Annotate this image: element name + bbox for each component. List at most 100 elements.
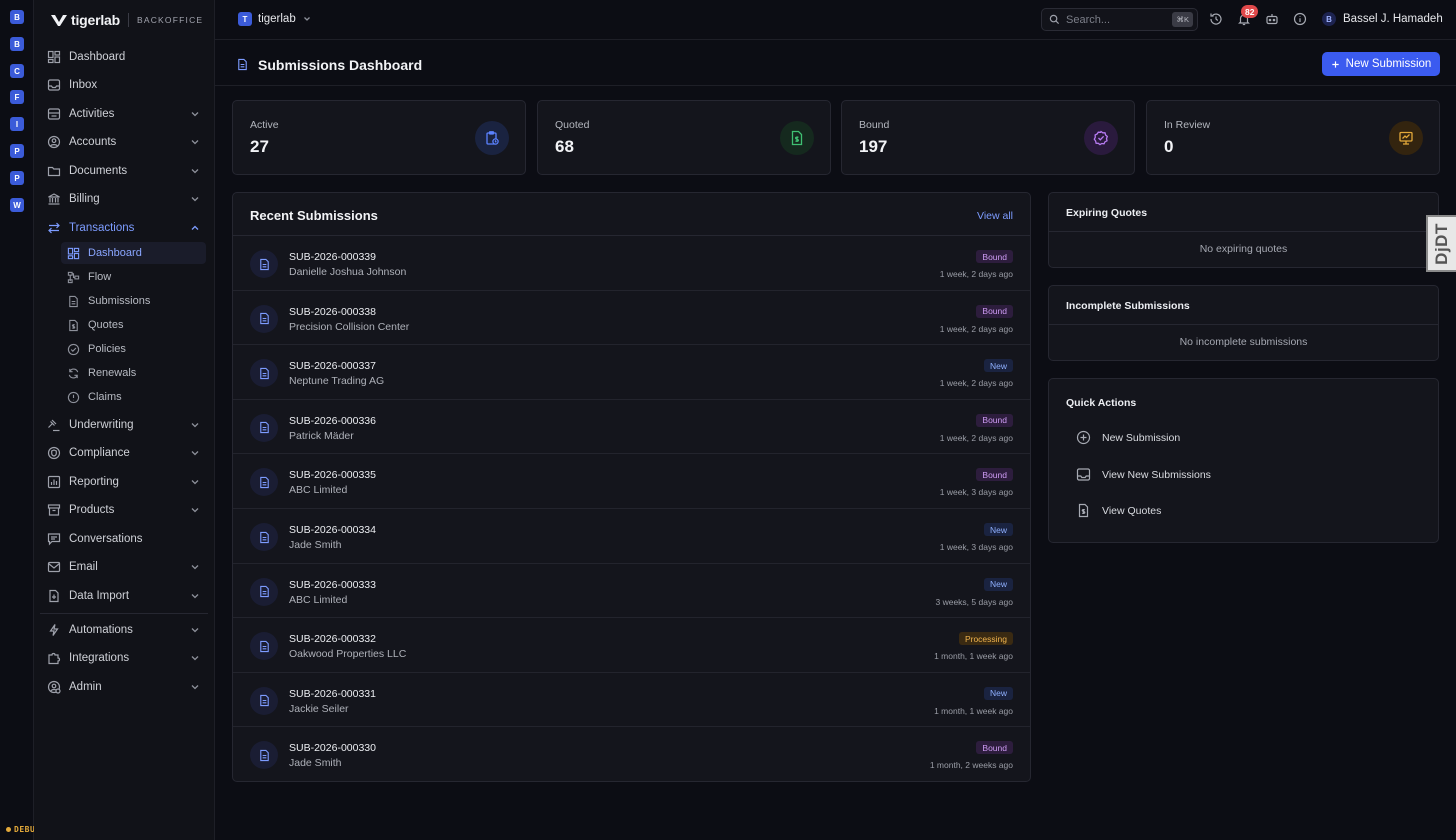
search-box[interactable]: ⌘K bbox=[1041, 8, 1198, 31]
org-switch-6[interactable]: P bbox=[10, 171, 24, 185]
status-badge: Processing bbox=[958, 632, 1013, 646]
submission-id: SUB-2026-000337 bbox=[289, 360, 376, 373]
sidebar-item-automations[interactable]: Automations bbox=[40, 617, 208, 643]
document-icon bbox=[259, 640, 269, 652]
submission-account: ABC Limited bbox=[289, 484, 348, 497]
refresh-icon bbox=[68, 368, 79, 378]
submission-row[interactable]: SUB-2026-000336 Patrick Mäder Bound 1 we… bbox=[233, 400, 1030, 455]
stat-card-quoted[interactable]: Quoted 68 bbox=[537, 100, 831, 175]
sidebar-item-documents[interactable]: Documents bbox=[40, 158, 208, 184]
subnav-item-label: Flow bbox=[88, 271, 112, 283]
sidebar-item-activities[interactable]: Activities bbox=[40, 101, 208, 127]
org-switch-0[interactable]: B bbox=[10, 10, 24, 24]
brand-divider bbox=[127, 13, 129, 27]
top-bar: T tigerlab ⌘K 82 B Bassel J. Hamadeh bbox=[215, 0, 1456, 40]
submission-time: 1 week, 3 days ago bbox=[939, 542, 1013, 552]
sidebar-item-compliance[interactable]: Compliance bbox=[40, 440, 208, 466]
chevron-down-icon bbox=[191, 565, 199, 570]
submission-row[interactable]: SUB-2026-000334 Jade Smith New 1 week, 3… bbox=[233, 509, 1030, 564]
status-badge: Bound bbox=[976, 413, 1013, 427]
sidebar-item-conversations[interactable]: Conversations bbox=[40, 526, 208, 552]
robot-icon[interactable] bbox=[1265, 12, 1279, 26]
sidebar-item-label: Transactions bbox=[69, 222, 135, 234]
submission-account: Patrick Mäder bbox=[289, 429, 354, 442]
sidebar-item-billing[interactable]: Billing bbox=[40, 186, 208, 212]
submission-row[interactable]: SUB-2026-000338 Precision Collision Cent… bbox=[233, 291, 1030, 346]
chevron-down-icon bbox=[191, 451, 199, 456]
org-switch-3[interactable]: F bbox=[10, 90, 24, 104]
quick-action-view-new-submissions[interactable]: View New Submissions bbox=[1076, 467, 1211, 482]
stat-card-in-review[interactable]: In Review 0 bbox=[1146, 100, 1440, 175]
debug-toolbar-handle[interactable]: DjDT bbox=[1426, 215, 1456, 272]
submission-account: Precision Collision Center bbox=[289, 320, 410, 333]
history-icon[interactable] bbox=[1209, 12, 1223, 26]
subnav-item-policies[interactable]: Policies bbox=[61, 338, 206, 360]
chevron-down-icon bbox=[303, 17, 310, 21]
submission-row[interactable]: SUB-2026-000333 ABC Limited New 3 weeks,… bbox=[233, 564, 1030, 619]
submission-row[interactable]: SUB-2026-000332 Oakwood Properties LLC P… bbox=[233, 618, 1030, 673]
sidebar-item-label: Accounts bbox=[69, 136, 117, 148]
sidebar-item-email[interactable]: Email bbox=[40, 554, 208, 580]
user-menu[interactable]: B Bassel J. Hamadeh bbox=[1322, 12, 1443, 26]
subnav-item-claims[interactable]: Claims bbox=[61, 386, 206, 408]
document-icon bbox=[259, 312, 269, 325]
brand[interactable]: tigerlab BACKOFFICE bbox=[50, 9, 203, 31]
submission-id: SUB-2026-000339 bbox=[289, 251, 376, 263]
sidebar-item-admin[interactable]: Admin bbox=[40, 674, 208, 700]
sidebar-item-reporting[interactable]: Reporting bbox=[40, 469, 208, 495]
brand-name: tigerlab bbox=[71, 12, 120, 28]
page-header: Submissions Dashboard New Submission bbox=[215, 40, 1456, 86]
sidebar-item-underwriting[interactable]: Underwriting bbox=[40, 412, 208, 438]
info-icon[interactable] bbox=[1293, 12, 1307, 26]
submission-row[interactable]: SUB-2026-000339 Danielle Joshua Johnson … bbox=[233, 236, 1030, 291]
incomplete-submissions-panel: Incomplete Submissions No incomplete sub… bbox=[1048, 285, 1439, 361]
subnav-item-quotes[interactable]: Quotes bbox=[61, 314, 206, 336]
stat-icon-circle bbox=[475, 121, 509, 155]
chevron-down-icon bbox=[191, 508, 199, 513]
quick-action-new-submission[interactable]: New Submission bbox=[1076, 430, 1180, 445]
stat-card-bound[interactable]: Bound 197 bbox=[841, 100, 1135, 175]
sidebar-item-label: Email bbox=[69, 561, 98, 573]
subnav-item-submissions[interactable]: Submissions bbox=[61, 290, 206, 312]
sidebar-item-transactions[interactable]: Transactions bbox=[40, 215, 208, 241]
sidebar-item-dashboard[interactable]: Dashboard bbox=[40, 44, 208, 70]
check-badge-icon bbox=[1093, 130, 1109, 146]
org-switch-4[interactable]: I bbox=[10, 117, 24, 131]
new-submission-button[interactable]: New Submission bbox=[1322, 52, 1440, 76]
inbox-icon bbox=[47, 79, 61, 91]
quick-action-view-quotes[interactable]: View Quotes bbox=[1076, 503, 1161, 518]
subnav-item-renewals[interactable]: Renewals bbox=[61, 362, 206, 384]
sidebar-item-data-import[interactable]: Data Import bbox=[40, 583, 208, 609]
search-input[interactable] bbox=[1066, 13, 1166, 26]
status-badge: Bound bbox=[976, 304, 1013, 318]
view-all-link[interactable]: View all bbox=[977, 210, 1013, 222]
org-switch-7[interactable]: W bbox=[10, 198, 24, 212]
submission-row[interactable]: SUB-2026-000330 Jade Smith Bound 1 month… bbox=[233, 727, 1030, 782]
sidebar-item-integrations[interactable]: Integrations bbox=[40, 645, 208, 671]
sidebar-item-products[interactable]: Products bbox=[40, 497, 208, 523]
stat-card-active[interactable]: Active 27 bbox=[232, 100, 526, 175]
recent-submissions-title: Recent Submissions bbox=[250, 208, 378, 223]
submission-account: Neptune Trading AG bbox=[289, 375, 385, 388]
chevron-down-icon bbox=[191, 197, 199, 202]
sidebar-item-label: Automations bbox=[69, 624, 133, 636]
tenant-switcher[interactable]: T tigerlab bbox=[238, 12, 312, 26]
submission-row[interactable]: SUB-2026-000335 ABC Limited Bound 1 week… bbox=[233, 454, 1030, 509]
submission-id: SUB-2026-000335 bbox=[289, 469, 376, 482]
submission-id: SUB-2026-000330 bbox=[289, 742, 376, 755]
org-switch-1[interactable]: B bbox=[10, 37, 24, 51]
submission-row[interactable]: SUB-2026-000337 Neptune Trading AG New 1… bbox=[233, 345, 1030, 400]
expiring-quotes-title: Expiring Quotes bbox=[1066, 207, 1148, 219]
subnav-item-dashboard[interactable]: Dashboard bbox=[61, 242, 206, 264]
submission-row[interactable]: SUB-2026-000331 Jackie Seiler New 1 mont… bbox=[233, 673, 1030, 728]
document-icon-circle bbox=[250, 577, 278, 606]
sidebar-item-accounts[interactable]: Accounts bbox=[40, 129, 208, 155]
sidebar-item-label: Admin bbox=[69, 681, 102, 693]
sidebar-item-inbox[interactable]: Inbox bbox=[40, 72, 208, 98]
subnav-item-flow[interactable]: Flow bbox=[61, 266, 206, 288]
submission-time: 1 week, 3 days ago bbox=[939, 487, 1013, 498]
inbox-icon bbox=[1076, 468, 1091, 481]
org-switch-5[interactable]: P bbox=[10, 144, 24, 158]
chevron-down-icon bbox=[191, 480, 199, 485]
org-switch-2[interactable]: C bbox=[10, 64, 24, 78]
